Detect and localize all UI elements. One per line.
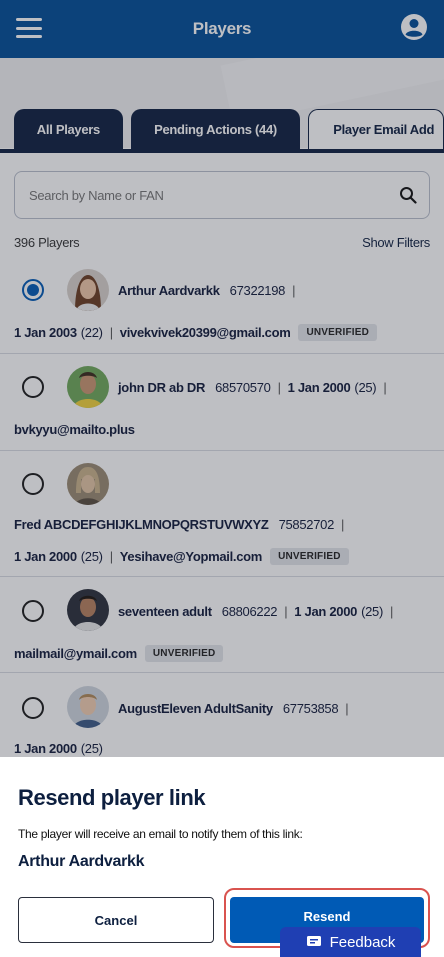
dialog-message: The player will receive an email to noti… [18,827,303,841]
feedback-label: Feedback [329,933,396,951]
feedback-icon [306,936,321,946]
dialog-player-name: Arthur Aardvarkk [18,853,145,870]
modal-overlay[interactable] [0,0,444,757]
cancel-button[interactable]: Cancel [18,897,214,943]
dialog-title: Resend player link [18,785,206,810]
feedback-button[interactable]: Feedback [280,927,421,957]
